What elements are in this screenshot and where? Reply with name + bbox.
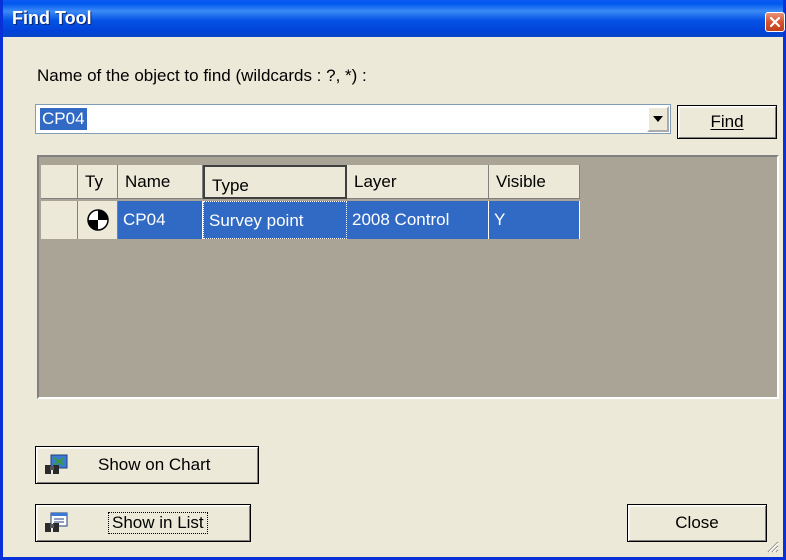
column-header-name[interactable]: Name	[118, 165, 203, 199]
grid-header: Ty Name Type Layer Visible	[41, 165, 580, 199]
find-tool-window: Find Tool Name of the object to find (wi…	[0, 0, 786, 560]
cell-name: CP04	[118, 201, 203, 239]
cell-visible: Y	[489, 201, 580, 239]
column-header-visible[interactable]: Visible	[489, 165, 580, 199]
title-bar[interactable]: Find Tool	[3, 0, 785, 37]
column-header-type[interactable]: Type	[203, 165, 347, 199]
close-icon	[769, 16, 781, 28]
show-on-chart-button[interactable]: Show on Chart	[35, 446, 259, 484]
cell-layer: 2008 Control	[347, 201, 489, 239]
resize-grip-icon[interactable]	[765, 539, 779, 553]
column-header-layer[interactable]: Layer	[347, 165, 489, 199]
binoculars-chart-icon	[44, 454, 68, 476]
row-indicator[interactable]	[41, 201, 78, 239]
window-close-button[interactable]	[765, 12, 785, 32]
column-header-ty[interactable]: Ty	[78, 165, 118, 199]
show-in-list-button[interactable]: Show in List	[35, 504, 251, 542]
show-in-list-label: Show in List	[108, 512, 208, 534]
cell-type: Survey point	[203, 201, 347, 239]
search-input[interactable]: CP04	[40, 108, 87, 130]
window-title: Find Tool	[12, 8, 92, 28]
results-grid[interactable]: Ty Name Type Layer Visible CP04 Survey p…	[37, 155, 779, 399]
table-row[interactable]: CP04 Survey point 2008 Control Y	[41, 201, 580, 239]
binoculars-list-icon	[44, 512, 68, 534]
find-button[interactable]: Find	[677, 105, 777, 139]
close-button[interactable]: Close	[627, 504, 767, 542]
find-button-label: Find	[710, 112, 744, 131]
close-button-label: Close	[675, 513, 719, 532]
survey-point-icon	[86, 209, 109, 231]
row-type-icon-cell	[78, 201, 118, 239]
dropdown-button[interactable]	[647, 106, 669, 132]
chevron-down-icon	[653, 116, 663, 122]
show-on-chart-label: Show on Chart	[98, 455, 211, 474]
header-indicator-cell	[41, 165, 78, 199]
search-label: Name of the object to find (wildcards : …	[37, 66, 367, 85]
name-combobox[interactable]: CP04	[35, 104, 671, 134]
